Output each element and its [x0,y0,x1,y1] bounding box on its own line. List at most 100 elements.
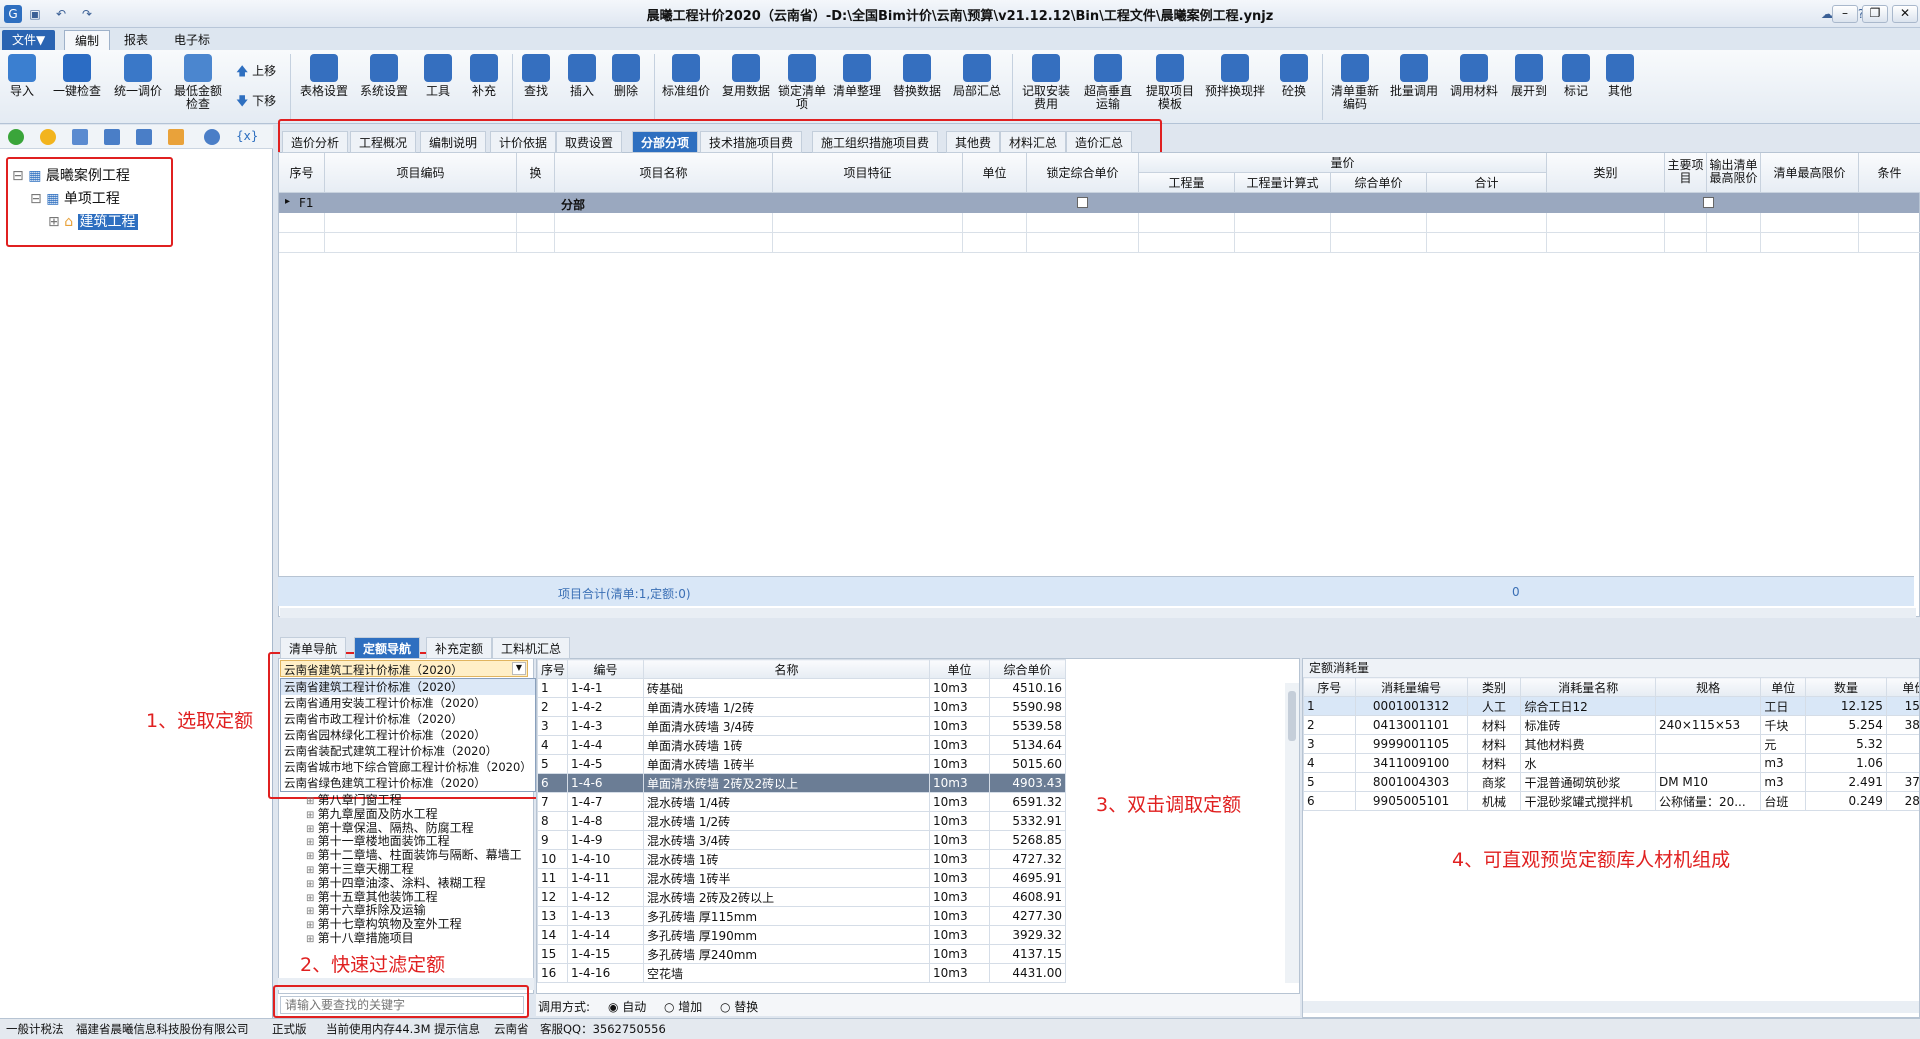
consume-header[interactable]: 单位 [1760,677,1807,697]
quota-row[interactable]: 13 1-4-13 多孔砖墙 厚115mm 10m3 4277.30 [537,906,1066,926]
view-tab-3[interactable]: 计价依据 [490,131,557,153]
quota-row[interactable]: 14 1-4-14 多孔砖墙 厚190mm 10m3 3929.32 [537,925,1066,945]
bottom-tab-0[interactable]: 清单导航 [280,637,347,659]
grid-header[interactable]: 项目编码 [325,153,517,193]
output-checkbox[interactable] [1703,197,1714,208]
quota-header[interactable]: 序号 [537,659,568,679]
grid-header[interactable]: 项目特征 [773,153,963,193]
concrete-switch-button[interactable]: 砼换 [1274,54,1314,98]
quota-scrollbar[interactable] [1285,683,1299,983]
consume-row[interactable]: 6 9905005101 机械 干混砂浆罐式搅拌机 公称储量：20... 台班 0.249 2… [1303,791,1919,811]
quota-row[interactable]: 10 1-4-10 混水砖墙 1砖 10m3 4727.32 [537,849,1066,869]
view-tab-5[interactable]: 分部分项 [632,131,699,153]
insert-button[interactable]: 插入 [562,54,602,98]
consume-row[interactable]: 43411009100材料水 m31.065.9 [1303,753,1919,773]
table-row[interactable]: ▸ F1 分部 [279,193,1919,213]
quota-header[interactable]: 编号 [567,659,644,679]
replace-data-button[interactable]: 替换数据 [890,54,944,98]
mode-auto-radio[interactable]: ◉ 自动 [608,998,646,1015]
quota-row[interactable]: 3 1-4-3 单面清水砖墙 3/4砖 10m3 5539.58 [537,716,1066,736]
view-tab-1[interactable]: 工程概况 [350,131,417,153]
grid-header[interactable]: 项目名称 [555,153,773,193]
consume-header[interactable]: 消耗量编号 [1354,677,1468,697]
consume-row[interactable]: 58001004303商浆干混普通砌筑砂浆DM M10m32.491375.7 [1303,772,1919,792]
grid-header[interactable]: 合计 [1427,173,1547,193]
bottom-tab-1[interactable]: 定额导航 [354,637,421,659]
grid-header[interactable]: 序号 [279,153,325,193]
bottom-tab-2[interactable]: 补充定额 [426,637,493,659]
partial-summary-button[interactable]: 局部汇总 [950,54,1004,98]
standard-price-button[interactable]: 标准组价 [658,54,714,98]
grid-header[interactable]: 类别 [1547,153,1665,193]
consume-header[interactable]: 规格 [1654,677,1762,697]
bottom-tab-3[interactable]: 工料机汇总 [492,637,571,659]
view-tab-9[interactable]: 材料汇总 [1000,131,1067,153]
grid-header[interactable]: 输出清单最高限价 [1707,153,1761,193]
unified-price-button[interactable]: 统一调价 [110,54,166,98]
consume-header[interactable]: 消耗量名称 [1520,677,1656,697]
consume-header[interactable]: 类别 [1466,677,1522,697]
quota-header[interactable]: 综合单价 [989,659,1066,679]
grid-header[interactable]: 工程量计算式 [1235,173,1331,193]
grid-header[interactable]: 条件 [1859,153,1920,193]
quota-row[interactable]: 12 1-4-12 混水砖墙 2砖及2砖以上 10m3 4608.91 [537,887,1066,907]
quota-row[interactable]: 4 1-4-4 单面清水砖墙 1砖 10m3 5134.64 [537,735,1066,755]
consume-header[interactable]: 单价 [1885,677,1919,697]
minimize-button[interactable]: – [1832,5,1858,23]
grid-header[interactable]: 工程量 [1139,173,1235,193]
consumption-scrollbar[interactable] [1303,1001,1919,1013]
table-settings-button[interactable]: 表格设置 [296,54,352,98]
premix-switch-button[interactable]: 预拌换现拌 [1202,54,1268,98]
home-icon[interactable] [168,129,184,145]
close-button[interactable]: ✕ [1892,5,1918,23]
add-icon[interactable] [8,129,24,145]
mode-replace-radio[interactable]: ○ 替换 [720,998,758,1015]
move-up-icon[interactable] [136,129,152,145]
view-tab-8[interactable]: 其他费 [946,131,1001,153]
quota-row[interactable]: 16 1-4-16 空花墙 10m3 4431.00 [537,963,1066,983]
quota-row[interactable]: 6 1-4-6 单面清水砖墙 2砖及2砖以上 10m3 4903.43 [537,773,1066,793]
quota-row[interactable]: 2 1-4-2 单面清水砖墙 1/2砖 10m3 5590.98 [537,697,1066,717]
consume-row[interactable]: 10001001312人工综合工日12 工日12.125154.4 [1303,696,1919,716]
view-tab-10[interactable]: 造价汇总 [1066,131,1133,153]
batch-call-button[interactable]: 批量调用 [1386,54,1442,98]
grid-header[interactable]: 综合单价 [1331,173,1427,193]
chapter-item[interactable]: ⊞ 第十八章措施项目 [306,932,414,946]
quota-row[interactable]: 11 1-4-11 混水砖墙 1砖半 10m3 4695.91 [537,868,1066,888]
edit-icon[interactable] [72,129,88,145]
renumber-list-button[interactable]: 清单重新编码 [1328,54,1382,111]
consume-header[interactable]: 数量 [1805,677,1887,697]
expand-to-button[interactable]: 展开到 [1506,54,1552,98]
quota-row[interactable]: 9 1-4-9 混水砖墙 3/4砖 10m3 5268.85 [537,830,1066,850]
quota-row[interactable]: 1 1-4-1 砖基础 10m3 4510.16 [537,678,1066,698]
view-tab-4[interactable]: 取费设置 [556,131,623,153]
install-fee-button[interactable]: 记取安装费用 [1018,54,1074,111]
variable-icon[interactable]: {x} [236,129,258,145]
move-down-button[interactable]: 🡇 下移 [236,92,276,113]
min-amount-check-button[interactable]: 最低金额检查 [170,54,226,111]
grid-header[interactable]: 清单最高限价 [1761,153,1859,193]
call-material-button[interactable]: 调用材料 [1446,54,1502,98]
lock-list-button[interactable]: 锁定清单项 [778,54,826,111]
lock-checkbox[interactable] [1077,197,1088,208]
grid-header[interactable]: 单位 [963,153,1027,193]
tab-report[interactable]: 报表 [114,30,158,50]
one-key-check-button[interactable]: 一键检查 [48,54,106,98]
import-button[interactable]: 导入 [4,54,40,98]
consume-header[interactable]: 序号 [1303,677,1356,697]
grid-header[interactable]: 锁定综合单价 [1027,153,1139,193]
system-settings-button[interactable]: 系统设置 [356,54,412,98]
mark-button[interactable]: 标记 [1556,54,1596,98]
view-tab-7[interactable]: 施工组织措施项目费 [812,131,939,153]
move-up-button[interactable]: 🡅 上移 [236,62,276,83]
tab-edit[interactable]: 编制 [64,30,111,50]
quota-row[interactable]: 5 1-4-5 单面清水砖墙 1砖半 10m3 5015.60 [537,754,1066,774]
quota-row[interactable]: 8 1-4-8 混水砖墙 1/2砖 10m3 5332.91 [537,811,1066,831]
supplement-button[interactable]: 补充 [464,54,504,98]
quota-row[interactable]: 15 1-4-15 多孔砖墙 厚240mm 10m3 4137.15 [537,944,1066,964]
mode-add-radio[interactable]: ○ 增加 [664,998,702,1015]
tab-ebid[interactable]: 电子标 [164,30,220,50]
settings-icon[interactable] [204,129,220,145]
file-menu[interactable]: 文件▼ [2,30,56,50]
view-tab-2[interactable]: 编制说明 [420,131,487,153]
